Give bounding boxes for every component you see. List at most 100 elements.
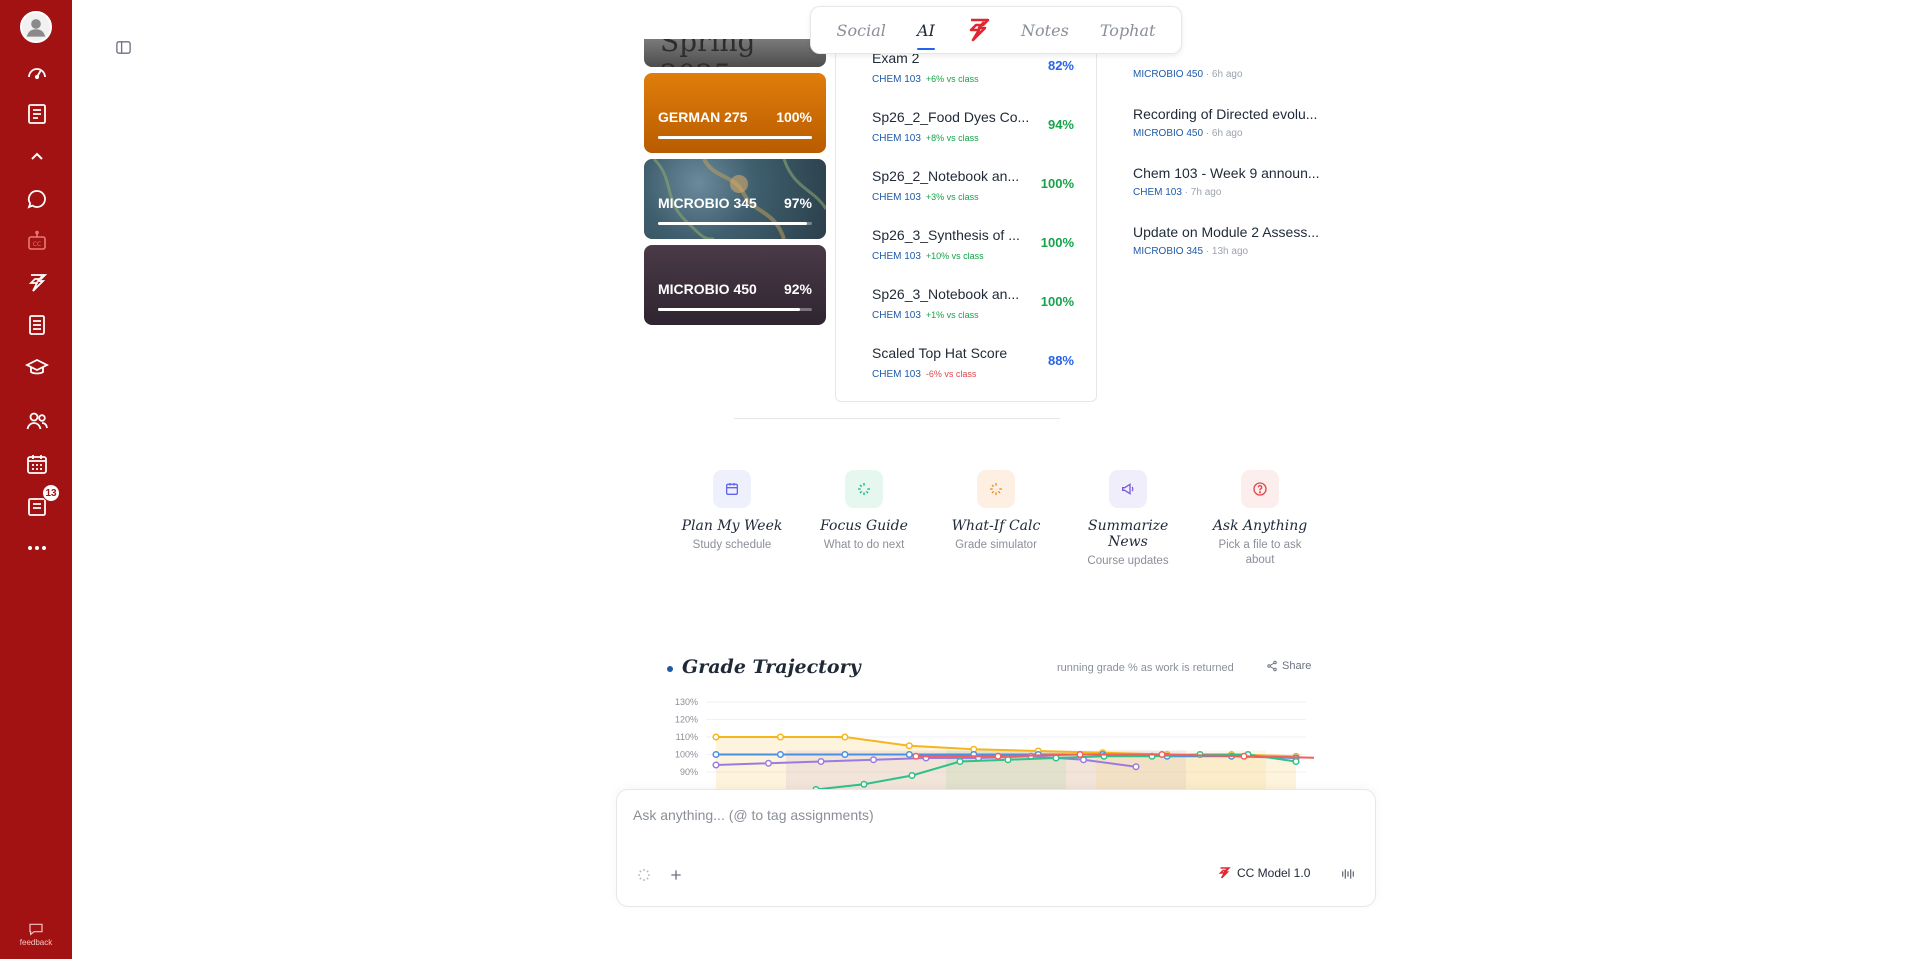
- feedback-label: feedback: [19, 938, 53, 947]
- summarize-news-button[interactable]: Summarize News Course updates: [1062, 470, 1194, 569]
- data-point[interactable]: [764, 759, 773, 767]
- news-meta: MICROBIO 345 · 13h ago: [1133, 246, 1249, 257]
- data-point[interactable]: [905, 742, 913, 750]
- data-point[interactable]: [860, 780, 868, 788]
- voice-input-button[interactable]: [1339, 865, 1357, 883]
- grade-row[interactable]: Sp26_2_Food Dyes Co... CHEM 103 +8% vs cl…: [836, 97, 1096, 156]
- chat-composer: CC Model 1.0: [616, 789, 1376, 907]
- dashboard-icon[interactable]: [24, 59, 50, 85]
- class-delta: +1% vs class: [925, 310, 979, 320]
- course-percent: 97%: [783, 195, 812, 211]
- focus-guide-button[interactable]: Focus Guide What to do next: [798, 470, 930, 569]
- people-icon[interactable]: [24, 408, 50, 434]
- megaphone-icon: [1109, 470, 1147, 508]
- add-attachment-button[interactable]: [667, 866, 685, 884]
- y-tick-label: 120%: [675, 715, 698, 725]
- waveform-icon: [1342, 869, 1354, 879]
- tab-social[interactable]: Social: [835, 17, 888, 44]
- chat-icon[interactable]: [24, 186, 50, 212]
- data-point[interactable]: [1076, 750, 1084, 759]
- grade-row[interactable]: Scaled Top Hat Score CHEM 103 -6% vs clas…: [836, 333, 1096, 392]
- section-title: Grade Trajectory: [682, 656, 861, 678]
- question-icon: [1241, 470, 1279, 508]
- course-name: MICROBIO 450: [658, 281, 757, 297]
- ask-anything-button[interactable]: Ask Anything Pick a file to ask about: [1194, 470, 1326, 569]
- brand-logo-icon[interactable]: [24, 270, 50, 296]
- robot-icon[interactable]: CC: [24, 228, 50, 254]
- data-point[interactable]: [908, 771, 916, 780]
- news-meta: MICROBIO 450 · 6h ago: [1133, 69, 1243, 80]
- tab-notes[interactable]: Notes: [1019, 17, 1071, 44]
- data-point[interactable]: [712, 750, 720, 759]
- data-point[interactable]: [1292, 757, 1300, 766]
- plan-my-week-button[interactable]: Plan My Week Study schedule: [666, 470, 798, 569]
- data-point[interactable]: [1004, 756, 1012, 764]
- assignment-title: Sp26_3_Synthesis of ...: [872, 227, 1020, 243]
- course-card-microbio-450[interactable]: MICROBIO 450 92%: [644, 245, 826, 325]
- course-progress-bar: [658, 308, 812, 311]
- share-button[interactable]: Share: [1266, 660, 1311, 672]
- feedback-button[interactable]: feedback: [0, 922, 72, 947]
- y-tick-label: 110%: [676, 732, 698, 742]
- notes-icon[interactable]: [24, 312, 50, 338]
- graduation-cap-icon[interactable]: [24, 354, 50, 380]
- grade-row[interactable]: Sp26_3_Synthesis of ... CHEM 103 +10% vs …: [836, 215, 1096, 274]
- course-card-german-275[interactable]: GERMAN 275 100%: [644, 73, 826, 153]
- y-tick-label: 130%: [675, 697, 698, 707]
- news-item[interactable]: Update on Module 2 Assess... MICROBIO 34…: [1133, 214, 1333, 273]
- data-point[interactable]: [712, 733, 720, 741]
- panel-toggle-icon[interactable]: [115, 39, 132, 56]
- what-if-calc-button[interactable]: What-If Calc Grade simulator: [930, 470, 1062, 569]
- course-cards: Spring 2025 GERMAN 275 100% MICROBIO 345…: [644, 39, 826, 331]
- grade-row[interactable]: Sp26_2_Notebook an... CHEM 103 +3% vs cla…: [836, 156, 1096, 215]
- brand-logo-icon[interactable]: [964, 16, 992, 44]
- course-name: MICROBIO 345: [658, 195, 757, 211]
- news-title: Chem 103 - Week 9 announ...: [1133, 165, 1320, 181]
- assignment-score: 100%: [1040, 294, 1074, 309]
- action-subtitle: Study schedule: [692, 539, 772, 551]
- data-point[interactable]: [1132, 763, 1140, 771]
- grade-trajectory-header: Grade Trajectory running grade % as work…: [666, 653, 1326, 683]
- data-point[interactable]: [776, 733, 784, 741]
- series-area: [716, 737, 1296, 790]
- share-icon: [1267, 660, 1277, 672]
- tab-tophat[interactable]: Tophat: [1098, 17, 1158, 44]
- assignment-course: CHEM 103 +3% vs class: [872, 192, 979, 203]
- chevron-up-icon[interactable]: [24, 144, 50, 170]
- data-point[interactable]: [994, 752, 1002, 760]
- course-card-microbio-345[interactable]: MICROBIO 345 97%: [644, 159, 826, 239]
- data-point[interactable]: [1240, 752, 1248, 760]
- avatar[interactable]: [20, 11, 52, 43]
- loading-icon[interactable]: [636, 867, 652, 883]
- news-item[interactable]: Chem 103 - Week 9 announ... CHEM 103 · 7…: [1133, 155, 1333, 214]
- data-point[interactable]: [869, 756, 878, 764]
- data-point[interactable]: [841, 750, 849, 759]
- courses-icon[interactable]: [24, 101, 50, 127]
- news-item[interactable]: Recording of Directed evolu... MICROBIO …: [1133, 96, 1333, 155]
- class-delta: +3% vs class: [925, 192, 979, 202]
- action-subtitle: Pick a file to ask about: [1218, 539, 1302, 566]
- data-point[interactable]: [817, 757, 825, 766]
- news-title: Update on Module 2 Assess...: [1133, 224, 1319, 240]
- grade-row[interactable]: Sp26_3_Notebook an... CHEM 103 +1% vs cla…: [836, 274, 1096, 333]
- tab-ai[interactable]: AI: [915, 17, 937, 50]
- data-point[interactable]: [1158, 750, 1166, 759]
- data-point[interactable]: [841, 733, 849, 741]
- assignment-course: CHEM 103 +8% vs class: [872, 133, 979, 144]
- assignment-title: Sp26_3_Notebook an...: [872, 286, 1020, 302]
- model-selector[interactable]: CC Model 1.0: [1217, 866, 1310, 880]
- inbox-icon[interactable]: 13: [24, 484, 60, 519]
- data-point[interactable]: [956, 757, 964, 766]
- calendar-icon[interactable]: [24, 451, 50, 477]
- chat-input[interactable]: [633, 807, 1333, 823]
- assignment-score: 94%: [1047, 117, 1074, 132]
- data-point[interactable]: [912, 752, 920, 760]
- data-point[interactable]: [776, 750, 784, 759]
- assignment-title: Sp26_2_Food Dyes Co...: [872, 109, 1030, 125]
- more-icon[interactable]: [24, 535, 50, 561]
- course-news-list: MICROBIO 450 · 6h ago Recording of Direc…: [1133, 50, 1333, 273]
- quick-actions: Plan My Week Study schedule Focus Guide …: [666, 470, 1326, 569]
- data-point[interactable]: [712, 761, 720, 769]
- data-point[interactable]: [905, 750, 913, 759]
- spring-semester-card[interactable]: Spring 2025: [644, 39, 826, 67]
